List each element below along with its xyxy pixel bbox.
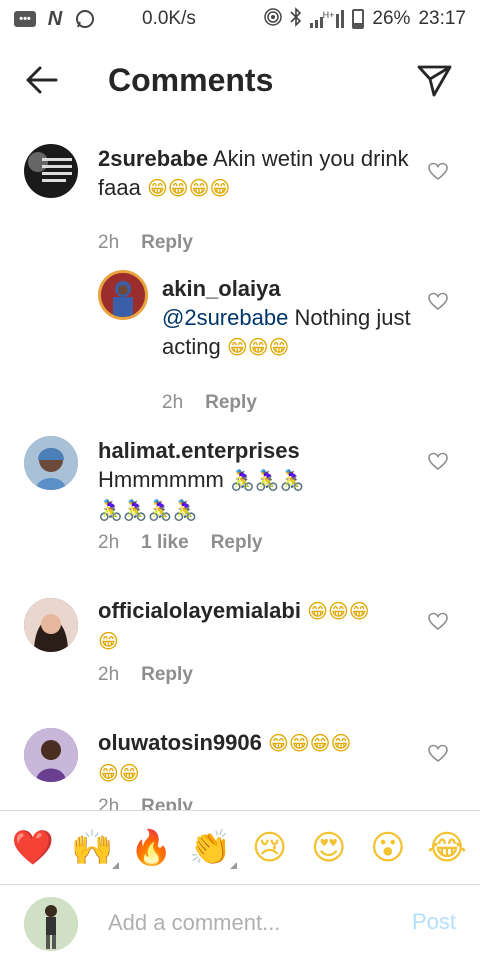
reply-button[interactable]: Reply	[141, 796, 193, 810]
avatar[interactable]	[24, 144, 78, 198]
like-button[interactable]	[428, 744, 448, 764]
avatar[interactable]	[24, 436, 78, 490]
reaction-heart-eyes-button[interactable]: 😍	[306, 825, 352, 871]
heart-icon	[428, 612, 448, 631]
heart-icon	[428, 744, 448, 763]
whatsapp-icon	[74, 10, 96, 28]
comment-username[interactable]: oluwatosin9906	[98, 730, 262, 755]
reaction-clap-button[interactable]: 👏	[187, 825, 238, 871]
reaction-raised-hands-button[interactable]: 🙌	[69, 825, 120, 871]
my-avatar	[24, 897, 78, 951]
fire-emoji-icon: 🔥	[130, 827, 173, 868]
heart-icon	[428, 162, 448, 181]
bluetooth-icon	[290, 6, 302, 32]
surprised-face-emoji-icon: 😮	[370, 827, 406, 868]
clock: 23:17	[418, 8, 466, 29]
like-count[interactable]: 1 like	[141, 532, 189, 554]
comment-emojis: 😁😁😁😁	[267, 731, 352, 755]
reaction-fire-button[interactable]: 🔥	[128, 825, 174, 871]
message-icon: •••	[14, 11, 36, 27]
signal-icon: H+	[309, 10, 345, 28]
comment-emojis: 😁😁	[98, 761, 140, 785]
raised-hands-emoji-icon: 🙌	[70, 827, 114, 868]
comment-username[interactable]: halimat.enterprises	[98, 438, 300, 463]
header: Comments	[0, 38, 480, 122]
comment-list[interactable]: 2surebabe Akin wetin you drink faaa 😁😁😁😁…	[0, 122, 480, 810]
comment-emojis: 🚴‍♀️🚴‍♀️🚴‍♀️🚴‍♀️	[98, 498, 198, 522]
back-button[interactable]	[22, 60, 62, 100]
heart-icon	[428, 292, 448, 311]
reply-button[interactable]: Reply	[211, 532, 263, 554]
network-speed: 0.0K/s	[142, 8, 196, 29]
avatar[interactable]	[24, 598, 78, 652]
comment-time: 2h	[98, 796, 120, 810]
reaction-surprised-button[interactable]: 😮	[365, 825, 411, 871]
comment-username[interactable]: officialolayemialabi	[98, 598, 301, 623]
page-title: Comments	[108, 62, 274, 98]
comment-mention[interactable]: @2surebabe	[162, 305, 288, 330]
comment-emojis: 🚴‍♀️🚴‍♀️🚴‍♀️	[229, 468, 305, 492]
hotspot-icon	[263, 7, 282, 31]
like-button[interactable]	[428, 612, 448, 632]
battery-icon	[352, 9, 365, 29]
reply-button[interactable]: Reply	[141, 232, 193, 254]
crying-face-emoji-icon: 😢	[251, 827, 288, 868]
post-button[interactable]: Post	[412, 909, 456, 935]
status-bar: ••• N 0.0K/s H+ 26% 23:17	[0, 0, 480, 38]
reply-button[interactable]: Reply	[141, 664, 193, 686]
reply-button[interactable]: Reply	[205, 392, 257, 414]
clap-emoji-icon: 👏	[189, 827, 232, 868]
comment-time: 2h	[98, 664, 120, 685]
reaction-laughing-button[interactable]: 😂	[424, 825, 470, 871]
comment-time: 2h	[162, 392, 184, 413]
avatar[interactable]	[98, 270, 148, 320]
avatar[interactable]	[24, 728, 78, 782]
share-button[interactable]	[414, 60, 454, 100]
arrow-left-icon	[26, 66, 58, 94]
reaction-heart-button[interactable]: ❤️	[10, 825, 56, 871]
n-app-icon: N	[47, 7, 63, 30]
heart-emoji-icon: ❤️	[11, 827, 55, 868]
comment-emojis: 😁😁😁	[307, 599, 370, 623]
comment-emojis: 😁😁😁😁	[146, 176, 231, 200]
quick-reaction-bar: ❤️ 🙌 🔥 👏 😢 😍 😮 😂	[0, 810, 480, 884]
battery-percent: 26%	[372, 8, 411, 29]
comment-composer: Post	[0, 884, 480, 960]
like-button[interactable]	[428, 452, 448, 472]
heart-icon	[428, 452, 448, 471]
comment-text: Hmmmmmm	[98, 467, 224, 492]
comment-emojis: 😁	[98, 629, 119, 653]
laughing-face-emoji-icon: 😂	[427, 827, 467, 868]
comment-username[interactable]: akin_olaiya	[162, 276, 281, 301]
comment-time: 2h	[98, 532, 120, 553]
comment-input[interactable]	[108, 907, 388, 939]
heart-eyes-emoji-icon: 😍	[310, 827, 347, 868]
comment-username[interactable]: 2surebabe	[98, 146, 208, 171]
reaction-crying-button[interactable]: 😢	[247, 825, 293, 871]
comment-time: 2h	[98, 232, 120, 253]
like-button[interactable]	[428, 162, 448, 182]
paper-plane-icon	[417, 65, 452, 97]
comment-emojis: 😁😁😁	[226, 335, 290, 359]
like-button[interactable]	[428, 292, 448, 312]
